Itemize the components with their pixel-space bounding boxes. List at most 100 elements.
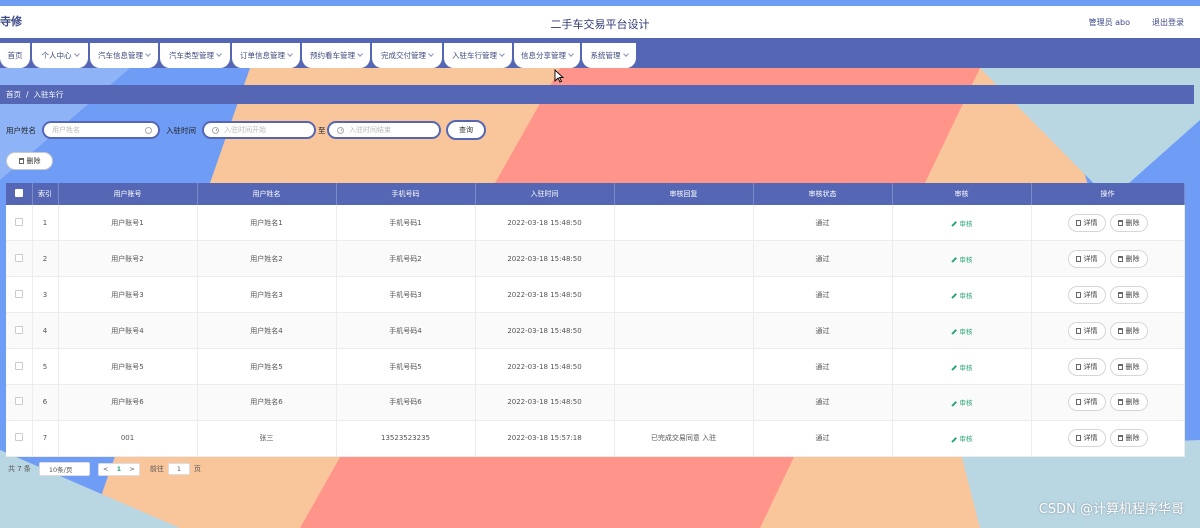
- detail-button[interactable]: 详情: [1067, 429, 1106, 448]
- start-time-input[interactable]: 入驻时间开始: [202, 121, 316, 139]
- start-time-placeholder: 入驻时间开始: [224, 126, 266, 134]
- top-nav: 首页 个人中心 汽车信息管理 汽车类型管理 订单信息管理 预约看车管理 完成交付…: [0, 38, 1200, 68]
- cell-status: 通过: [753, 312, 893, 350]
- username-input[interactable]: 用户姓名: [42, 121, 160, 139]
- detail-label: 详情: [1083, 398, 1098, 407]
- table-row: 3 用户账号3 用户姓名3 手机号码3 2022-03-18 15:48:50 通过 审核 详…: [6, 276, 1185, 314]
- row-checkbox[interactable]: [14, 325, 23, 334]
- page-size-select[interactable]: 10条/页: [38, 462, 90, 476]
- nav-item-system[interactable]: 系统管理: [582, 43, 636, 68]
- select-all-checkbox[interactable]: [14, 189, 23, 197]
- nav-item-info-share[interactable]: 信息分享管理: [514, 43, 580, 68]
- cell-phone: 手机号码6: [336, 384, 476, 421]
- delete-button[interactable]: 删除: [1109, 357, 1148, 376]
- row-checkbox[interactable]: [14, 433, 23, 442]
- nav-label: 完成交付管理: [381, 51, 426, 60]
- cell-account: 用户账号1: [58, 205, 198, 242]
- next-page-button[interactable]: >: [129, 465, 134, 473]
- detail-button[interactable]: 详情: [1067, 249, 1106, 268]
- edit-icon: [950, 400, 957, 407]
- cell-status: 通过: [753, 276, 893, 314]
- prev-page-button[interactable]: <: [103, 465, 108, 473]
- row-checkbox[interactable]: [14, 217, 23, 226]
- audit-link[interactable]: 审核: [950, 435, 973, 443]
- chevron-down-icon: [568, 51, 574, 57]
- row-checkbox[interactable]: [14, 289, 23, 298]
- cell-account: 001: [58, 420, 198, 457]
- detail-button[interactable]: 详情: [1067, 285, 1106, 304]
- audit-label: 审核: [959, 291, 973, 300]
- delete-label: 删除: [1125, 434, 1140, 443]
- cell-audit: 审核: [892, 276, 1032, 314]
- row-checkbox[interactable]: [14, 361, 23, 370]
- header-name: 用户姓名: [197, 183, 337, 205]
- nav-item-dealer[interactable]: 入驻车行管理: [444, 43, 512, 68]
- nav-items: 首页 个人中心 汽车信息管理 汽车类型管理 订单信息管理 预约看车管理 完成交付…: [0, 43, 636, 68]
- username-placeholder: 用户姓名: [52, 126, 80, 134]
- audit-label: 审核: [959, 327, 973, 336]
- detail-button[interactable]: 详情: [1067, 321, 1106, 340]
- audit-link[interactable]: 审核: [950, 399, 973, 407]
- table-row: 2 用户账号2 用户姓名2 手机号码2 2022-03-18 15:48:50 通过 审核 详…: [6, 240, 1185, 278]
- nav-item-personal-center[interactable]: 个人中心: [32, 43, 88, 68]
- delete-button[interactable]: 删除: [1109, 213, 1148, 232]
- nav-item-car-info[interactable]: 汽车信息管理: [90, 43, 158, 68]
- nav-item-order-info[interactable]: 订单信息管理: [232, 43, 300, 68]
- trash-icon: [1117, 435, 1123, 442]
- delete-button[interactable]: 删除: [1109, 429, 1148, 448]
- delete-button[interactable]: 删除: [1109, 285, 1148, 304]
- cell-time: 2022-03-18 15:48:50: [475, 348, 615, 385]
- detail-button[interactable]: 详情: [1067, 393, 1106, 412]
- cell-actions: 详情 删除: [1031, 312, 1185, 350]
- row-checkbox[interactable]: [14, 397, 23, 406]
- delete-button[interactable]: 删除: [1109, 321, 1148, 340]
- current-page[interactable]: 1: [117, 465, 122, 473]
- batch-delete-button[interactable]: 删除: [6, 152, 53, 170]
- document-icon: [1075, 219, 1081, 226]
- dealer-table: 索引 用户账号 用户姓名 手机号码 入驻时间 审核回复 审核状态 审核 操作 1…: [6, 183, 1185, 457]
- trash-icon: [1117, 255, 1123, 262]
- nav-label: 汽车信息管理: [98, 51, 143, 60]
- nav-item-delivery[interactable]: 完成交付管理: [372, 43, 442, 68]
- row-checkbox[interactable]: [14, 253, 23, 262]
- cell-phone: 手机号码2: [336, 240, 476, 278]
- audit-link[interactable]: 审核: [950, 327, 973, 336]
- breadcrumb: 首页 / 入驻车行: [0, 85, 1194, 104]
- detail-button[interactable]: 详情: [1067, 357, 1106, 376]
- document-icon: [1075, 291, 1081, 298]
- nav-item-viewing-appointment[interactable]: 预约看车管理: [302, 43, 370, 68]
- cell-phone: 手机号码3: [336, 276, 476, 314]
- audit-link[interactable]: 审核: [950, 220, 973, 228]
- query-button[interactable]: 查询: [446, 120, 486, 140]
- logout-link[interactable]: 退出登录: [1152, 17, 1184, 28]
- chevron-down-icon: [428, 51, 434, 57]
- end-time-input[interactable]: 入驻时间结束: [327, 121, 441, 139]
- audit-link[interactable]: 审核: [950, 255, 973, 264]
- row-select-cell: [6, 420, 33, 457]
- cell-reply: [614, 276, 754, 314]
- delete-button[interactable]: 删除: [1109, 249, 1148, 268]
- cell-name: 用户姓名6: [197, 384, 337, 421]
- nav-item-home[interactable]: 首页: [0, 43, 30, 68]
- row-select-cell: [6, 240, 33, 278]
- audit-link[interactable]: 审核: [950, 291, 973, 300]
- delete-button[interactable]: 删除: [1109, 393, 1148, 412]
- edit-icon: [950, 257, 957, 263]
- select-all-cell: [6, 183, 33, 205]
- breadcrumb-home[interactable]: 首页: [6, 89, 21, 100]
- goto-page-input[interactable]: 1: [167, 463, 190, 475]
- username-label: 用户姓名: [6, 126, 36, 135]
- nav-item-car-type[interactable]: 汽车类型管理: [160, 43, 230, 68]
- nav-label: 入驻车行管理: [452, 51, 497, 60]
- detail-label: 详情: [1083, 290, 1098, 299]
- app-title: 二手车交易平台设计: [550, 18, 650, 31]
- total-count: 共 7 条: [8, 465, 31, 473]
- trash-icon: [1117, 399, 1123, 406]
- table-row: 5 用户账号5 用户姓名5 手机号码5 2022-03-18 15:48:50 通过 审核 详…: [6, 348, 1185, 385]
- cell-time: 2022-03-18 15:48:50: [475, 384, 615, 421]
- detail-button[interactable]: 详情: [1067, 213, 1106, 232]
- cell-reply: [614, 312, 754, 350]
- trash-icon: [1117, 219, 1123, 226]
- audit-link[interactable]: 审核: [950, 364, 973, 372]
- audit-label: 审核: [959, 255, 973, 264]
